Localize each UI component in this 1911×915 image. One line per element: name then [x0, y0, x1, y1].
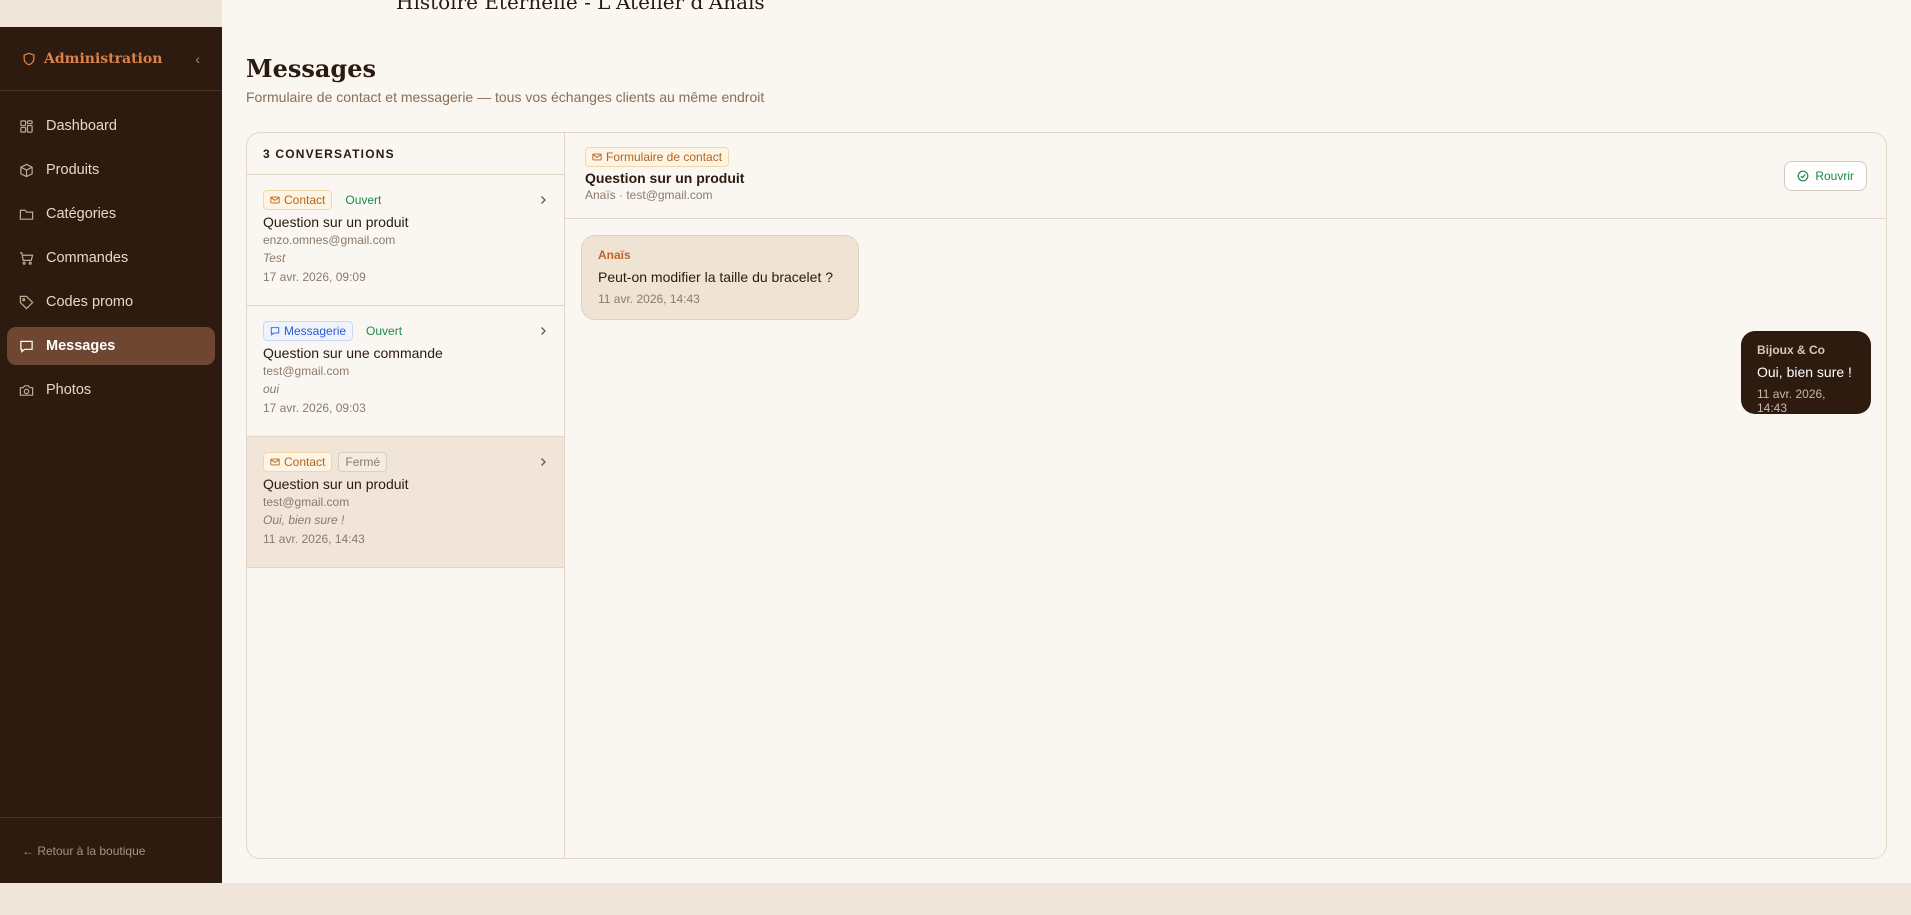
dashboard-icon	[20, 119, 33, 133]
site-title[interactable]: Histoire Eternelle - L'Atelier d'Anaïs	[396, 0, 765, 14]
conversation-preview: Test	[263, 251, 286, 265]
sidebar-item-produits[interactable]: Produits	[7, 151, 215, 189]
sidebar-item-dashboard[interactable]: Dashboard	[7, 107, 215, 145]
conversation-date: 11 avr. 2026, 14:43	[263, 532, 365, 546]
type-label: Contact	[284, 455, 326, 469]
messages-card: 3 CONVERSATIONS Contact Ouvert Question …	[246, 132, 1887, 859]
reopen-label: Rouvrir	[1815, 169, 1854, 183]
conversation-subject: Question sur un produit	[263, 476, 409, 492]
conversation-subject: Question sur une commande	[263, 345, 443, 361]
sidebar-item-label: Catégories	[46, 206, 117, 222]
mail-icon	[270, 196, 280, 204]
main-content: Messages Formulaire de contact et messag…	[222, 27, 1911, 883]
conversation-list: 3 CONVERSATIONS Contact Ouvert Question …	[247, 133, 565, 858]
sidebar-item-messages[interactable]: Messages	[7, 327, 215, 365]
type-label: Messagerie	[284, 324, 347, 338]
message-date: 11 avr. 2026, 14:43	[598, 292, 700, 306]
conversation-thread: Formulaire de contact Question sur un pr…	[565, 133, 1886, 858]
sidebar-item-label: Messages	[46, 338, 116, 354]
message-bubble-outgoing: Bijoux & Co Oui, bien sure ! 11 avr. 202…	[1741, 331, 1871, 415]
message-author: Anaïs	[598, 248, 631, 262]
sidebar-item-commandes[interactable]: Commandes	[7, 239, 215, 277]
tag-icon	[19, 295, 34, 309]
collapse-sidebar-button[interactable]: ‹	[195, 51, 200, 67]
conversation-subject: Question sur un produit	[263, 214, 409, 230]
conversation-email: test@gmail.com	[263, 364, 350, 378]
conversation-item-selected[interactable]: Contact Fermé Question sur un produit te…	[247, 437, 564, 568]
thread-meta: Anaïs · test@gmail.com	[585, 188, 713, 202]
source-badge: Formulaire de contact	[585, 147, 730, 167]
shield-icon	[23, 52, 35, 65]
message-author: Bijoux & Co	[1757, 343, 1825, 357]
page-subtitle: Formulaire de contact et messagerie — to…	[246, 89, 765, 105]
sidebar-item-photos[interactable]: Photos	[7, 371, 215, 409]
conversation-date: 17 avr. 2026, 09:03	[263, 401, 366, 415]
sidebar-nav: Dashboard Produits Catégories Commandes …	[0, 91, 222, 409]
status-badge: Ouvert	[345, 193, 382, 207]
status-badge: Ouvert	[366, 324, 403, 338]
sidebar-item-label: Codes promo	[46, 294, 134, 310]
chevron-right-icon	[541, 196, 546, 204]
conversation-item[interactable]: Contact Ouvert Question sur un produit e…	[247, 175, 564, 306]
sidebar-item-label: Produits	[46, 162, 100, 178]
conversation-date: 17 avr. 2026, 09:09	[263, 270, 366, 284]
conversation-item[interactable]: Messagerie Ouvert Question sur une comma…	[247, 306, 564, 437]
type-badge: Contact	[263, 190, 333, 210]
message-date: 11 avr. 2026, 14:43	[1757, 387, 1826, 415]
conversation-count: 3 CONVERSATIONS	[247, 133, 564, 175]
admin-sidebar: Administration ‹ Dashboard Produits Caté…	[0, 27, 222, 883]
reopen-button[interactable]: Rouvrir	[1784, 161, 1867, 191]
conversation-email: enzo.omnes@gmail.com	[263, 233, 396, 247]
mail-icon	[270, 458, 280, 466]
type-badge: Messagerie	[263, 321, 354, 341]
type-badge: Contact	[263, 452, 333, 472]
sidebar-header: Administration ‹	[0, 27, 222, 91]
sidebar-title: Administration	[44, 50, 163, 67]
chevron-right-icon	[541, 458, 546, 466]
mail-icon	[592, 153, 602, 161]
message-icon	[20, 340, 33, 353]
cart-icon	[19, 251, 34, 265]
check-circle-icon	[1797, 170, 1809, 182]
sidebar-item-categories[interactable]: Catégories	[7, 195, 215, 233]
chevron-right-icon	[541, 327, 546, 335]
folder-icon	[19, 209, 34, 220]
sidebar-item-label: Dashboard	[46, 118, 117, 134]
status-badge: Fermé	[338, 452, 388, 472]
camera-icon	[19, 384, 34, 396]
message-text: Peut-on modifier la taille du bracelet ?	[598, 269, 834, 285]
conversation-preview: Oui, bien sure !	[263, 513, 345, 527]
message-text: Oui, bien sure !	[1757, 364, 1852, 380]
back-to-shop-link[interactable]: ← Retour à la boutique	[0, 817, 222, 883]
sidebar-item-codes-promo[interactable]: Codes promo	[7, 283, 215, 321]
conversation-preview: oui	[263, 382, 280, 396]
thread-subject: Question sur un produit	[585, 170, 745, 186]
top-bar: Histoire Eternelle - L'Atelier d'Anaïs	[222, 0, 1911, 28]
sidebar-item-label: Commandes	[46, 250, 129, 266]
sidebar-item-label: Photos	[46, 382, 92, 398]
thread-header: Formulaire de contact Question sur un pr…	[565, 133, 1886, 219]
conversation-email: test@gmail.com	[263, 495, 350, 509]
chat-icon	[270, 327, 280, 336]
type-label: Contact	[284, 193, 326, 207]
box-icon	[20, 163, 33, 177]
source-label: Formulaire de contact	[606, 150, 723, 164]
message-bubble-incoming: Anaïs Peut-on modifier la taille du brac…	[581, 235, 859, 320]
page-title: Messages	[246, 54, 376, 83]
